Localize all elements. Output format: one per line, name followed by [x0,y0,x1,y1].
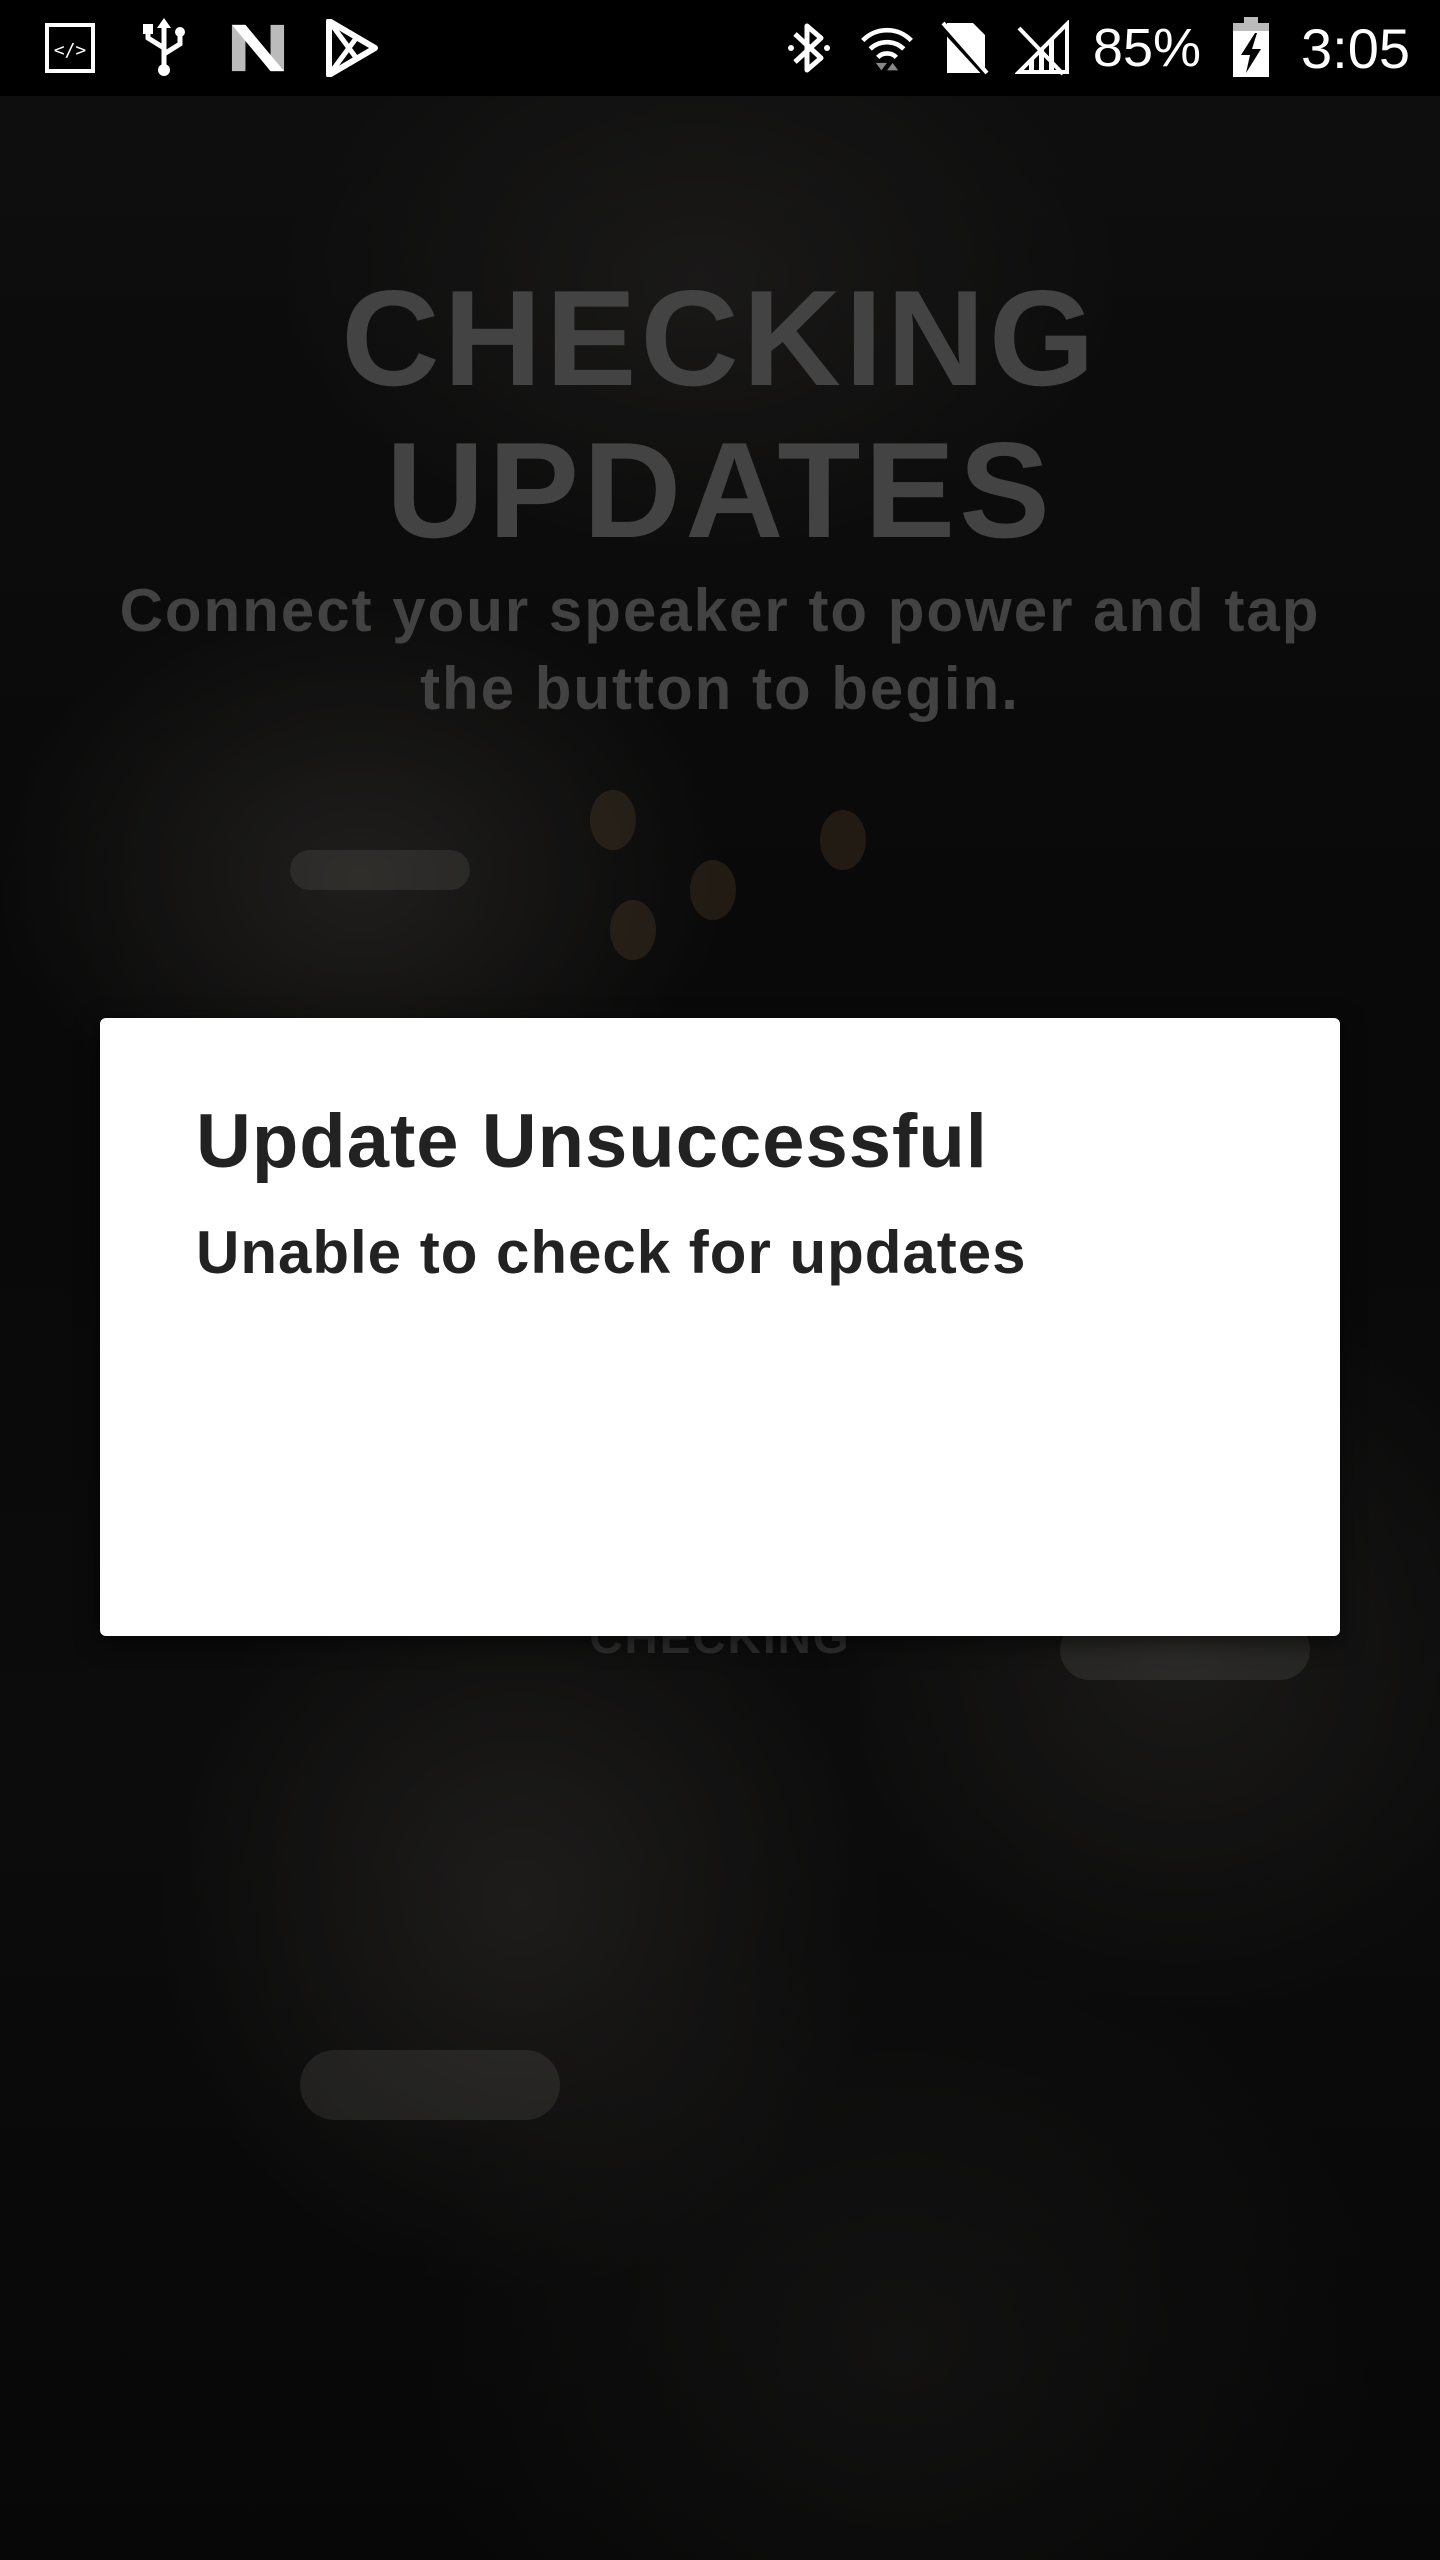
clock: 3:05 [1301,16,1410,80]
wifi-icon [859,20,915,76]
cell-signal-icon [1014,20,1071,76]
bluetooth-icon [781,20,837,76]
no-sim-icon [937,20,993,77]
dialog-message: Unable to check for updates [196,1219,1027,1286]
screen: CHECKING UPDATES Connect your speaker to… [0,0,1440,2560]
n-icon [230,20,286,76]
status-bar: </> 85% 3:05 [0,0,1440,96]
svg-text:</>: </> [54,40,87,61]
dialog-title: Update Unsuccessful [196,1099,988,1184]
update-error-dialog: Update Unsuccessful Unable to check for … [100,1018,1340,1636]
play-store-icon [324,19,380,77]
debug-icon: </> [42,20,98,76]
battery-percent: 85% [1092,18,1201,78]
usb-icon [136,18,192,76]
status-bar-notifications: </> [42,18,380,78]
status-bar-system: 85% 3:05 [781,14,1410,82]
battery-charging-icon [1223,17,1279,77]
